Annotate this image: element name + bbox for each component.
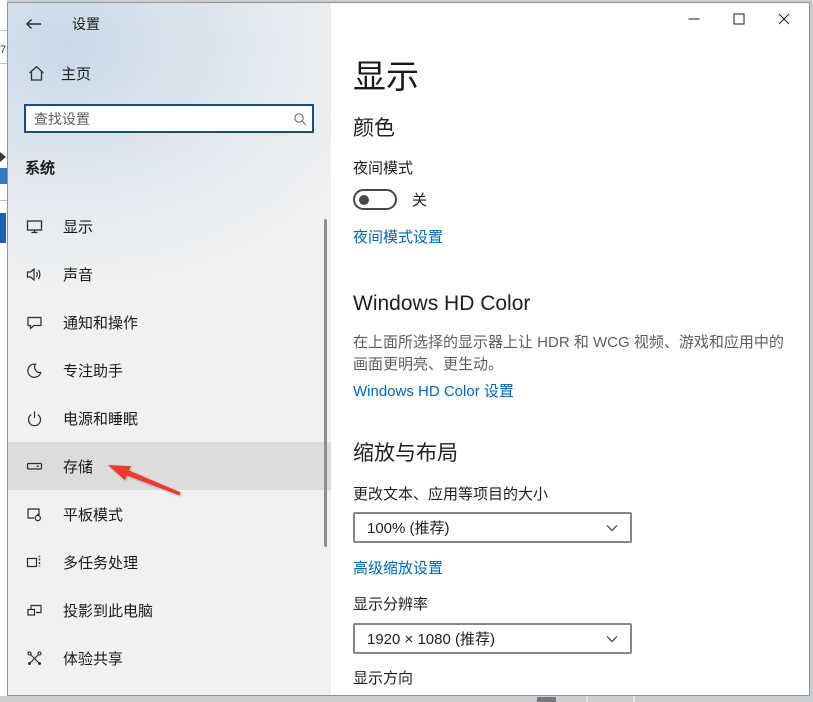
toggle-knob: [359, 195, 369, 205]
sidebar-item-focus-assist[interactable]: 专注助手: [8, 346, 331, 394]
hd-color-heading: Windows HD Color: [353, 290, 809, 318]
back-arrow-icon: [25, 18, 42, 30]
maximize-icon: [733, 13, 745, 25]
home-icon: [28, 65, 45, 82]
app-title: 设置: [72, 14, 100, 34]
background-selection-fragment: [0, 213, 6, 243]
close-icon: [778, 13, 790, 25]
multitasking-icon: [26, 554, 43, 571]
sidebar-item-projecting[interactable]: 投影到此电脑: [8, 586, 331, 634]
orientation-label: 显示方向: [353, 669, 809, 689]
sidebar-item-home[interactable]: 主页: [8, 56, 331, 90]
projecting-icon: [26, 602, 43, 619]
sidebar-item-label: 声音: [63, 264, 93, 285]
sidebar-item-label: 体验共享: [63, 648, 123, 669]
sidebar-item-storage[interactable]: 存储: [8, 442, 331, 490]
resolution-label: 显示分辨率: [353, 595, 809, 615]
chevron-down-icon: [606, 524, 618, 532]
search-box: [24, 104, 314, 133]
storage-icon: [26, 458, 43, 475]
night-light-label: 夜间模式: [353, 159, 809, 179]
hd-color-settings-link[interactable]: Windows HD Color 设置: [353, 382, 514, 402]
focus-assist-icon: [26, 362, 43, 379]
sidebar-item-label: 投影到此电脑: [63, 600, 153, 621]
sidebar-item-label: 显示: [63, 216, 93, 237]
background-divider: [586, 696, 588, 702]
background-cursor-fragment: [0, 152, 6, 162]
notifications-icon: [26, 314, 43, 331]
back-button[interactable]: [16, 11, 50, 37]
window-controls: [671, 3, 806, 35]
background-highlight-fragment: [0, 168, 7, 184]
sidebar-item-notifications[interactable]: 通知和操作: [8, 298, 331, 346]
background-divider: [0, 30, 7, 31]
display-icon: [26, 218, 43, 235]
tablet-mode-icon: [26, 506, 43, 523]
sidebar-scrollbar-thumb[interactable]: [324, 219, 327, 547]
minimize-button[interactable]: [671, 3, 716, 35]
taskbar-fragment: [537, 697, 556, 702]
sidebar-item-label: 平板模式: [63, 504, 123, 525]
content-pane: 显示 颜色 夜间模式 关 夜间模式设置 Windows HD Color 在上面…: [331, 3, 809, 695]
sidebar-item-multitasking[interactable]: 多任务处理: [8, 538, 331, 586]
search-input[interactable]: [26, 106, 288, 131]
background-text-fragment: [0, 0, 7, 11]
settings-window: 设置 主页 系: [7, 2, 810, 696]
shared-experiences-icon: [26, 650, 43, 667]
sidebar-nav: 显示 声音: [8, 202, 331, 682]
titlebar: 设置: [8, 3, 331, 39]
scale-size-label: 更改文本、应用等项目的大小: [353, 485, 809, 505]
night-light-settings-link[interactable]: 夜间模式设置: [353, 228, 443, 248]
screenshot-stage: 7 设置: [0, 0, 813, 702]
sidebar-section-label: 系统: [25, 157, 331, 178]
sidebar-item-shared-experiences[interactable]: 体验共享: [8, 634, 331, 682]
background-divider: [633, 696, 635, 702]
background-divider: [0, 63, 7, 64]
sidebar-item-label: 专注助手: [63, 360, 123, 381]
resolution-dropdown-value: 1920 × 1080 (推荐): [367, 628, 606, 649]
close-button[interactable]: [761, 3, 806, 35]
sidebar-item-display[interactable]: 显示: [8, 202, 331, 250]
power-icon: [26, 410, 43, 427]
background-window-sliver: 7: [0, 0, 7, 696]
sidebar-item-label: 电源和睡眠: [63, 408, 138, 429]
page-title: 显示: [353, 55, 809, 99]
background-divider: [0, 200, 7, 201]
settings-sidebar: 设置 主页 系: [8, 3, 331, 695]
advanced-scaling-link[interactable]: 高级缩放设置: [353, 559, 443, 579]
sidebar-item-power-sleep[interactable]: 电源和睡眠: [8, 394, 331, 442]
night-light-toggle-row: 关: [353, 188, 809, 211]
scale-dropdown[interactable]: 100% (推荐): [353, 512, 632, 543]
night-light-toggle[interactable]: [353, 189, 397, 210]
scale-dropdown-value: 100% (推荐): [367, 517, 606, 538]
sidebar-item-label: 存储: [63, 456, 93, 477]
night-light-state: 关: [412, 189, 427, 210]
scale-layout-heading: 缩放与布局: [353, 440, 809, 468]
background-text-fragment: 7: [0, 44, 7, 56]
resolution-dropdown[interactable]: 1920 × 1080 (推荐): [353, 623, 632, 654]
maximize-button[interactable]: [716, 3, 761, 35]
hd-color-description: 在上面所选择的显示器上让 HDR 和 WCG 视频、游戏和应用中的画面更明亮、更…: [353, 332, 791, 376]
chevron-down-icon: [606, 635, 618, 643]
sound-icon: [26, 266, 43, 283]
sidebar-item-tablet-mode[interactable]: 平板模式: [8, 490, 331, 538]
minimize-icon: [688, 13, 700, 25]
sidebar-item-label: 多任务处理: [63, 552, 138, 573]
sidebar-item-sound[interactable]: 声音: [8, 250, 331, 298]
color-section-heading: 颜色: [353, 115, 809, 143]
search-icon[interactable]: [288, 106, 312, 131]
home-label: 主页: [61, 63, 91, 84]
sidebar-item-label: 通知和操作: [63, 312, 138, 333]
